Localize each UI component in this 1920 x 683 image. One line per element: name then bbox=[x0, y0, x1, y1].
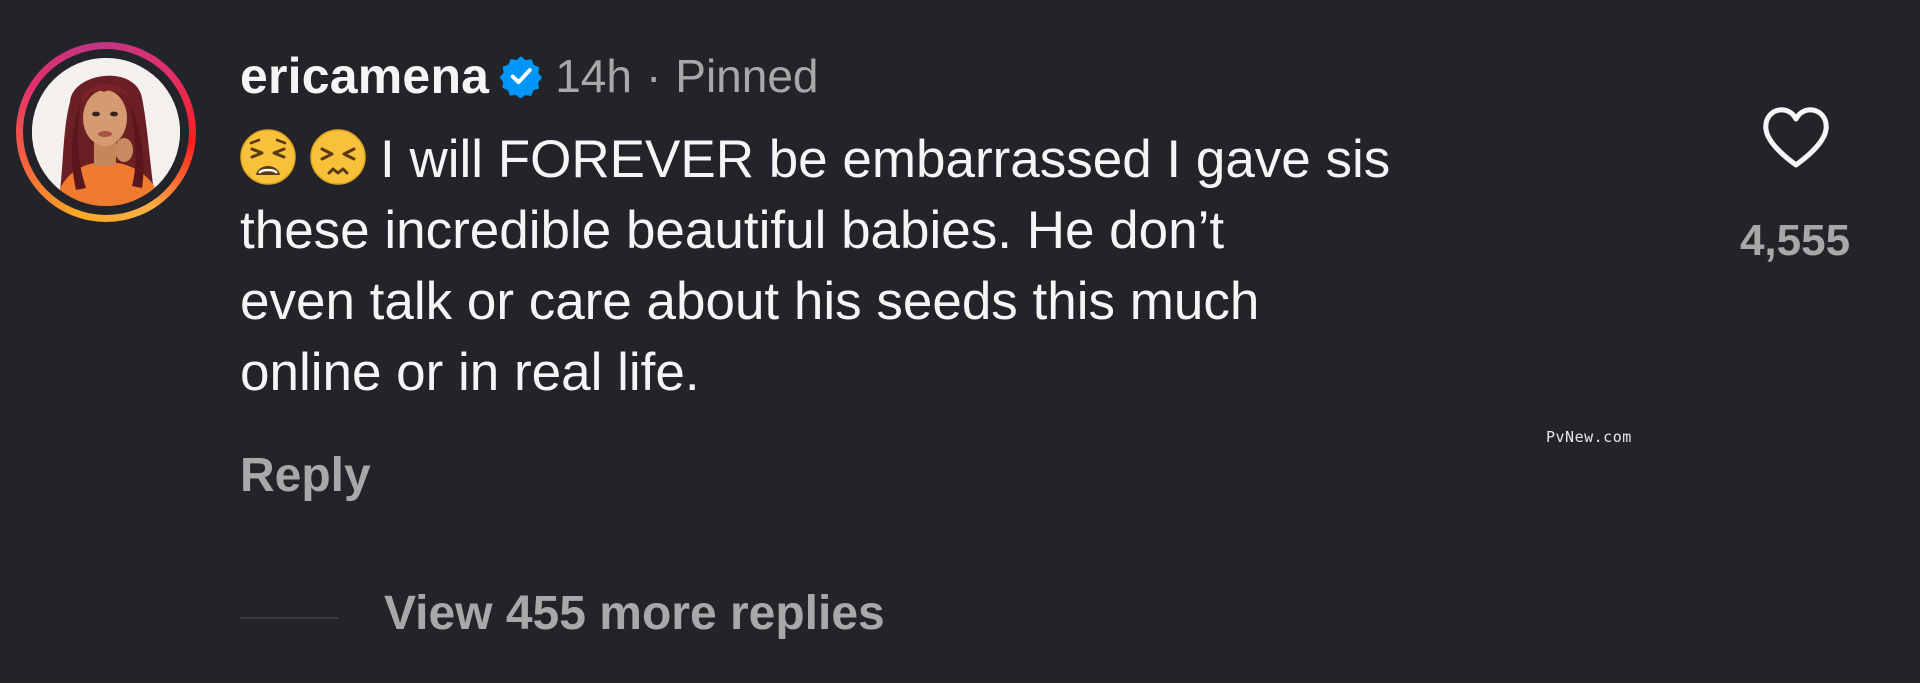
comment-text-line-3: even talk or care about his seeds this m… bbox=[240, 272, 1260, 331]
verified-badge-icon bbox=[499, 54, 543, 99]
comment-header: ericamena 14h · Pinned bbox=[240, 46, 819, 106]
like-count: 4,555 bbox=[1739, 216, 1851, 265]
comment-text: I will FOREVER be embarrassed I gave sis… bbox=[240, 124, 1680, 408]
comment-item: ericamena 14h · Pinned I will FOREVER be… bbox=[0, 0, 1920, 683]
like-button[interactable] bbox=[1758, 100, 1834, 176]
persevering-face-emoji bbox=[310, 129, 366, 185]
watermark: PvNew.com bbox=[1546, 428, 1632, 446]
avatar bbox=[32, 58, 180, 206]
comment-time: 14h bbox=[555, 50, 632, 102]
comment-text-line-2: these incredible beautiful babies. He do… bbox=[240, 201, 1225, 260]
comment-text-line-1: I will FOREVER be embarrassed I gave sis bbox=[240, 124, 1680, 195]
avatar-image bbox=[32, 58, 180, 206]
replies-divider bbox=[240, 617, 338, 619]
heart-outline-icon bbox=[1763, 107, 1829, 168]
reply-button[interactable]: Reply bbox=[240, 448, 371, 503]
comment-text-line-1-text: I will FOREVER be embarrassed I gave sis bbox=[380, 130, 1391, 189]
view-more-replies-button[interactable]: View 455 more replies bbox=[384, 586, 885, 641]
username[interactable]: ericamena bbox=[240, 47, 489, 105]
pinned-label: Pinned bbox=[675, 50, 819, 102]
comment-text-line-4: online or in real life. bbox=[240, 343, 700, 402]
meta-separator: · bbox=[645, 50, 662, 102]
tired-face-emoji bbox=[240, 129, 296, 185]
avatar-story-ring[interactable] bbox=[16, 42, 196, 222]
